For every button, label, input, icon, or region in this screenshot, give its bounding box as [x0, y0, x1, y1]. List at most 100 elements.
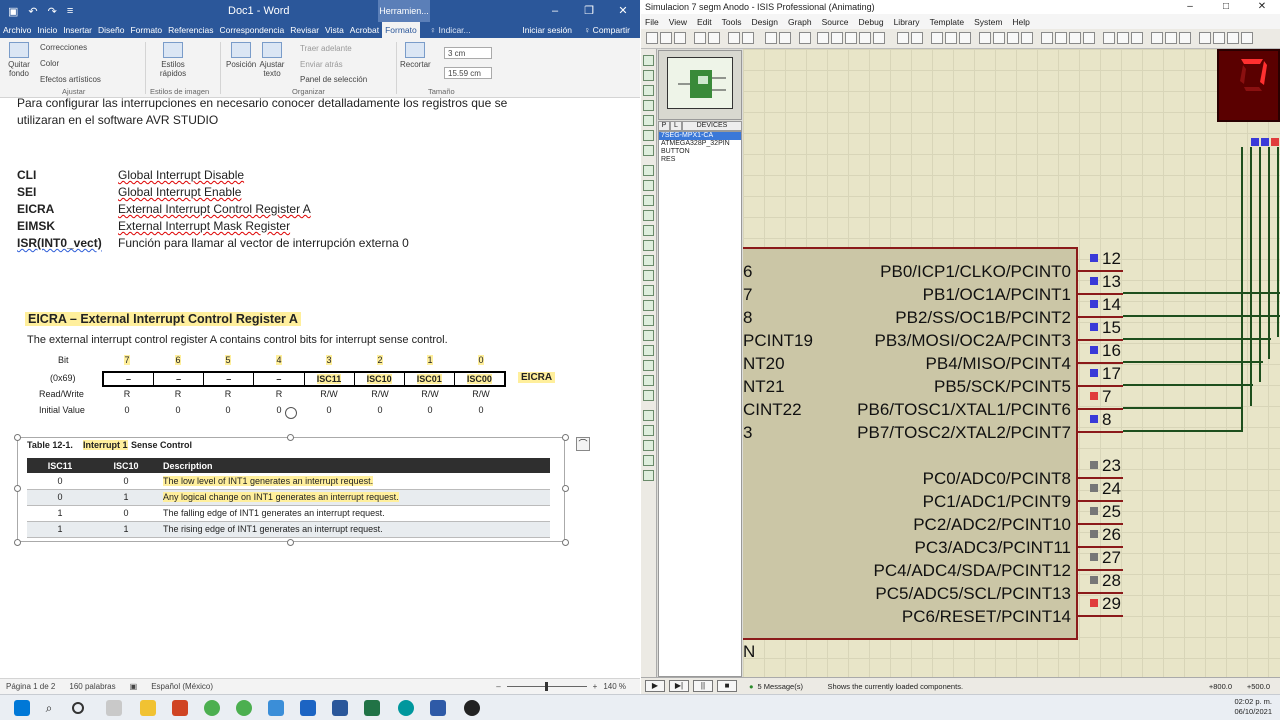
wire[interactable] [1123, 338, 1271, 340]
mirror-x-icon[interactable] [643, 455, 654, 466]
document-page[interactable]: Para configurar las interrupciones en ne… [0, 96, 640, 678]
wire-label-icon[interactable] [643, 100, 654, 111]
pause-button[interactable]: || [693, 680, 713, 692]
paste-icon[interactable] [959, 32, 971, 44]
grid-icon[interactable] [779, 32, 791, 44]
menu-help[interactable]: Help [1012, 17, 1029, 27]
system-clock[interactable]: 02:02 p. m. 06/10/2021 [1234, 697, 1272, 717]
sign-in-link[interactable]: Iniciar sesión [522, 25, 572, 35]
wire[interactable] [1241, 147, 1243, 431]
ares-icon[interactable] [1241, 32, 1253, 44]
chrome-icon[interactable] [236, 700, 252, 716]
search-icon[interactable] [1117, 32, 1129, 44]
wire[interactable] [1277, 147, 1279, 337]
maximize-icon[interactable]: □ [1208, 0, 1244, 14]
menu-design[interactable]: Design [751, 17, 777, 27]
menu-file[interactable]: File [645, 17, 659, 27]
undo-icon[interactable]: ↶ [28, 5, 37, 18]
bill-of-materials-icon[interactable] [1199, 32, 1211, 44]
marker-icon[interactable] [643, 390, 654, 401]
save-icon[interactable]: ▣ [8, 5, 18, 18]
device-pins-icon[interactable] [643, 180, 654, 191]
path-icon[interactable] [643, 345, 654, 356]
zoom-slider[interactable] [506, 682, 587, 691]
minimize-icon[interactable]: – [538, 0, 572, 22]
schematic-canvas[interactable]: 6 7 8 PCINT19 NT20 NT21 CINT22 3 PB0/ICP… [743, 49, 1280, 677]
netlist-icon[interactable] [1227, 32, 1239, 44]
tab-vista[interactable]: Vista [322, 22, 347, 38]
tab-referencias[interactable]: Referencias [165, 22, 216, 38]
wire[interactable] [1250, 147, 1252, 406]
decompose-icon[interactable] [1083, 32, 1095, 44]
page-count[interactable]: Página 1 de 2 [6, 682, 55, 691]
block-delete-icon[interactable] [1021, 32, 1033, 44]
menu-template[interactable]: Template [930, 17, 965, 27]
exit-to-parent-icon[interactable] [1179, 32, 1191, 44]
overview-viewport[interactable] [667, 57, 733, 109]
zoom-area-icon[interactable] [873, 32, 885, 44]
generator-icon[interactable] [643, 225, 654, 236]
share-button[interactable]: ♀ Compartir [584, 25, 630, 35]
wire[interactable] [1259, 147, 1261, 382]
current-probe-icon[interactable] [643, 255, 654, 266]
remove-background-button[interactable]: Quitar fondo [4, 42, 34, 78]
proofing-icon[interactable]: ▣ [130, 682, 138, 691]
component-mode-icon[interactable] [643, 70, 654, 81]
menu-debug[interactable]: Debug [859, 17, 884, 27]
property-tool-icon[interactable] [1131, 32, 1143, 44]
color-button[interactable]: Color [40, 59, 59, 68]
resize-handle[interactable] [287, 434, 294, 441]
make-device-icon[interactable] [1055, 32, 1067, 44]
isis-icon[interactable] [430, 700, 446, 716]
zoom-all-icon[interactable] [859, 32, 871, 44]
remove-sheet-icon[interactable] [1165, 32, 1177, 44]
list-item[interactable]: 7SEG-MPX1-CA [659, 132, 741, 140]
app-icon[interactable] [172, 700, 188, 716]
box-icon[interactable] [643, 300, 654, 311]
print-icon[interactable] [728, 32, 740, 44]
app-icon[interactable] [268, 700, 284, 716]
bus-icon[interactable] [643, 130, 654, 141]
resize-handle[interactable] [562, 434, 569, 441]
resize-handle[interactable] [562, 539, 569, 546]
redo-icon[interactable]: ↷ [48, 5, 57, 18]
selection-mode-icon[interactable] [643, 55, 654, 66]
rotate-handle-icon[interactable] [285, 407, 297, 419]
wire[interactable] [1123, 384, 1253, 386]
new-file-icon[interactable] [646, 32, 658, 44]
tab-diseno[interactable]: Diseño [95, 22, 127, 38]
start-icon[interactable] [14, 700, 30, 716]
tab-inicio[interactable]: Inicio [34, 22, 60, 38]
search-icon[interactable]: ⌕ [41, 700, 57, 716]
position-button[interactable]: Posición [226, 42, 256, 69]
tab-revisar[interactable]: Revisar [287, 22, 322, 38]
width-field[interactable]: 15.59 cm [444, 67, 492, 79]
message-count[interactable]: 5 Message(s) [758, 682, 818, 691]
import-icon[interactable] [694, 32, 706, 44]
wire[interactable] [1268, 147, 1270, 359]
play-button[interactable]: ▶ [645, 680, 665, 692]
block-rotate-icon[interactable] [1007, 32, 1019, 44]
menu-edit[interactable]: Edit [697, 17, 712, 27]
export-icon[interactable] [708, 32, 720, 44]
pan-icon[interactable] [817, 32, 829, 44]
text-script-icon[interactable] [643, 115, 654, 126]
erc-report-icon[interactable] [1213, 32, 1225, 44]
cut-icon[interactable] [931, 32, 943, 44]
layout-options-icon[interactable]: ⌒ [576, 437, 590, 451]
menu-graph[interactable]: Graph [788, 17, 812, 27]
junction-dot-icon[interactable] [643, 85, 654, 96]
maximize-icon[interactable]: ❐ [572, 0, 606, 22]
seven-segment-display[interactable] [1217, 49, 1280, 122]
line-icon[interactable] [643, 285, 654, 296]
overview-window[interactable] [658, 50, 742, 120]
circle-icon[interactable] [643, 315, 654, 326]
file-explorer-icon[interactable] [140, 700, 156, 716]
language[interactable]: Español (México) [151, 682, 213, 691]
wire-autorouter-icon[interactable] [1103, 32, 1115, 44]
rotate-clockwise-icon[interactable] [643, 410, 654, 421]
menu-view[interactable]: View [669, 17, 687, 27]
new-sheet-icon[interactable] [1151, 32, 1163, 44]
open-file-icon[interactable] [660, 32, 672, 44]
voltage-probe-icon[interactable] [643, 240, 654, 251]
